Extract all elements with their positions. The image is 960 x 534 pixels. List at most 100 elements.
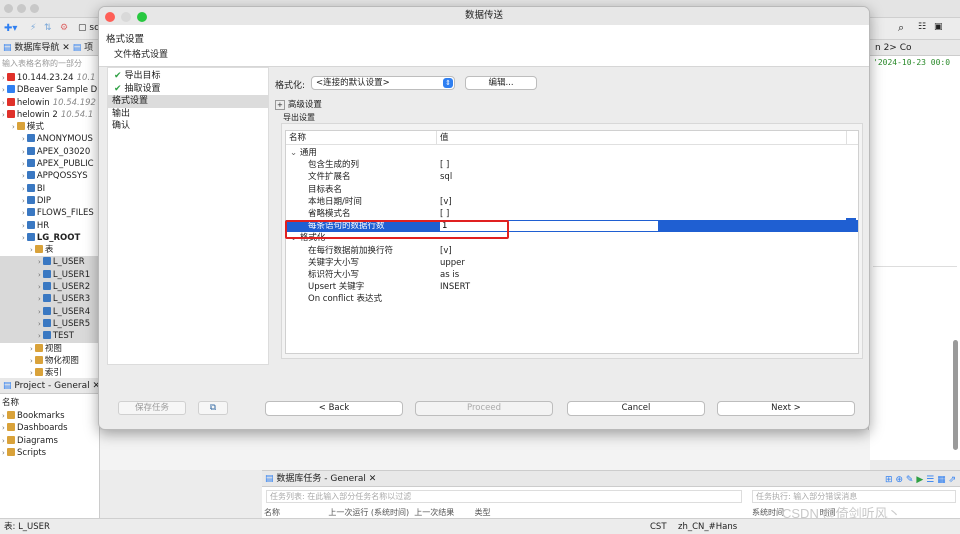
task-execution-filter-input[interactable]: 任务执行: 输入部分错误消息	[752, 490, 956, 503]
chevron-right-icon[interactable]: ›	[22, 172, 25, 180]
run-task-icon[interactable]: ▶	[916, 475, 923, 485]
tree-node[interactable]: › LG_ROOT	[0, 232, 99, 244]
grid-row[interactable]: 标识符大小写 as is	[286, 269, 858, 281]
zoom-window-button[interactable]	[30, 4, 39, 13]
navigator-filter-input[interactable]: 输入表格名称的一部分	[2, 57, 97, 71]
tree-node[interactable]: › DBeaver Sample D	[0, 84, 99, 96]
chevron-right-icon[interactable]: ›	[2, 111, 5, 119]
grid-row[interactable]: 在每行数据前加换行符 [v]	[286, 245, 858, 257]
perspective-icon[interactable]: ☷	[918, 22, 926, 32]
tab-sql-editor[interactable]: n 2> Co	[875, 43, 911, 53]
chevron-right-icon[interactable]: ›	[30, 369, 33, 377]
chevron-right-icon[interactable]: ›	[30, 345, 33, 353]
link-icon[interactable]: ⇗	[948, 475, 956, 485]
tree-node[interactable]: › helowin 10.54.192	[0, 97, 99, 109]
tree-node[interactable]: › BI	[0, 183, 99, 195]
grid-row[interactable]: 目标表名	[286, 184, 858, 196]
col-last-run[interactable]: 上一次运行 (系统时间)	[328, 508, 409, 517]
chevron-right-icon[interactable]: ›	[38, 332, 41, 340]
col-system-time[interactable]: 系统时间	[752, 508, 784, 517]
minimize-window-button[interactable]	[17, 4, 26, 13]
connect-icon[interactable]: ⚡	[30, 23, 36, 33]
chevron-right-icon[interactable]: ›	[38, 320, 41, 328]
chevron-right-icon[interactable]: ›	[22, 148, 25, 156]
tab-database-navigator[interactable]: 数据库导航	[14, 43, 59, 53]
grid-row[interactable]: 省略模式名 [ ]	[286, 208, 858, 220]
tree-node[interactable]: › 表	[0, 244, 99, 256]
chevron-right-icon[interactable]: ›	[22, 185, 25, 193]
tree-node[interactable]: › L_USER1	[0, 268, 99, 282]
task-filter-input[interactable]: 任务列表: 在此输入部分任务名称以过滤	[266, 490, 742, 503]
wizard-step[interactable]: 格式设置	[108, 95, 268, 108]
chevron-right-icon[interactable]: ›	[30, 246, 33, 254]
tree-node[interactable]: › 物化视图	[0, 355, 99, 367]
task-group-icon[interactable]: ⊞	[885, 475, 893, 485]
dialog-minimize-button[interactable]	[121, 12, 132, 22]
grid-group-row[interactable]: ⌄ 通用	[286, 147, 858, 159]
chevron-right-icon[interactable]: ›	[2, 86, 5, 94]
col-last-result[interactable]: 上一次结果	[414, 508, 454, 517]
invalidate-icon[interactable]: ⚙	[60, 23, 68, 33]
col-header-value[interactable]: 值	[440, 131, 449, 145]
tree-node[interactable]: › ANONYMOUS	[0, 133, 99, 145]
tree-node[interactable]: › L_USER2	[0, 281, 99, 294]
wizard-step[interactable]: ✔ 抽取设置	[108, 83, 268, 96]
tab-database-tasks[interactable]: 数据库任务 - General	[276, 474, 365, 484]
chevron-right-icon[interactable]: ›	[38, 308, 41, 316]
col-header-name[interactable]: 名称	[289, 131, 306, 145]
chevron-down-icon[interactable]: ⌄	[290, 148, 300, 158]
dialog-close-button[interactable]	[105, 12, 115, 22]
calendar-icon[interactable]: ▦	[937, 475, 946, 485]
tree-node[interactable]: › HR	[0, 220, 99, 232]
close-window-button[interactable]	[4, 4, 13, 13]
tree-node[interactable]: › L_USER3	[0, 293, 99, 306]
search-icon[interactable]: ⌕	[898, 21, 904, 35]
status-timezone[interactable]: CST	[650, 519, 667, 534]
next-button[interactable]: Next >	[717, 401, 855, 416]
chevron-right-icon[interactable]: ›	[22, 160, 25, 168]
tree-node[interactable]: › DIP	[0, 195, 99, 207]
project-item[interactable]: › Diagrams	[0, 435, 99, 447]
chevron-right-icon[interactable]: ›	[38, 271, 41, 279]
formatter-select[interactable]: <连接的默认设置> ⇕	[311, 76, 455, 90]
grid-row[interactable]: On conflict 表达式	[286, 293, 858, 305]
configure-icon[interactable]: ☰	[926, 475, 934, 485]
cancel-button[interactable]: Cancel	[567, 401, 705, 416]
grid-row[interactable]: 包含生成的列 [ ]	[286, 159, 858, 171]
editor-scrollbar[interactable]	[953, 340, 958, 450]
tree-node[interactable]: › FLOWS_FILES	[0, 207, 99, 219]
tree-node[interactable]: › APPQOSSYS	[0, 170, 99, 182]
project-item[interactable]: › Scripts	[0, 447, 99, 459]
tab-projects[interactable]: 项	[84, 43, 93, 53]
task-edit-icon[interactable]: ✎	[906, 475, 914, 485]
tree-node[interactable]: › helowin 2 10.54.1	[0, 109, 99, 121]
editor-text[interactable]: '2024-10-23 00:0	[869, 56, 960, 69]
tree-node[interactable]: › TEST	[0, 330, 99, 343]
proceed-button[interactable]: Proceed	[415, 401, 553, 416]
grid-row[interactable]: 本地日期/时间 [v]	[286, 196, 858, 208]
tree-node[interactable]: › APEX_03020	[0, 146, 99, 158]
close-tab-icon[interactable]: ✕	[369, 474, 377, 484]
tree-node[interactable]: › L_USER	[0, 256, 99, 269]
chevron-right-icon[interactable]: ›	[38, 258, 41, 266]
wizard-step[interactable]: ✔ 导出目标	[108, 70, 268, 83]
project-item[interactable]: › Dashboards	[0, 422, 99, 434]
col-type[interactable]: 类型	[475, 508, 491, 517]
tree-node[interactable]: › 10.144.23.24 10.1	[0, 72, 99, 84]
project-item[interactable]: › Bookmarks	[0, 410, 99, 422]
advanced-settings-toggle[interactable]: + 高级设置	[275, 98, 322, 110]
chevron-right-icon[interactable]: ›	[38, 283, 41, 291]
grid-row[interactable]: 关键字大小写 upper	[286, 257, 858, 269]
chevron-right-icon[interactable]: ›	[22, 222, 25, 230]
chevron-right-icon[interactable]: ›	[30, 357, 33, 365]
tree-node[interactable]: › L_USER4	[0, 305, 99, 318]
edit-button[interactable]: 编辑...	[465, 76, 537, 90]
grid-row[interactable]: Upsert 关键字 INSERT	[286, 281, 858, 293]
sql-editor-button[interactable]: ▢ sc	[78, 23, 99, 33]
wizard-step[interactable]: 确认	[108, 120, 268, 133]
tree-node[interactable]: › APEX_PUBLIC	[0, 158, 99, 170]
tree-node[interactable]: › L_USER5	[0, 317, 99, 331]
chevron-right-icon[interactable]: ›	[2, 99, 5, 107]
status-locale[interactable]: zh_CN_#Hans	[678, 519, 737, 534]
chevron-right-icon[interactable]: ›	[2, 74, 5, 82]
